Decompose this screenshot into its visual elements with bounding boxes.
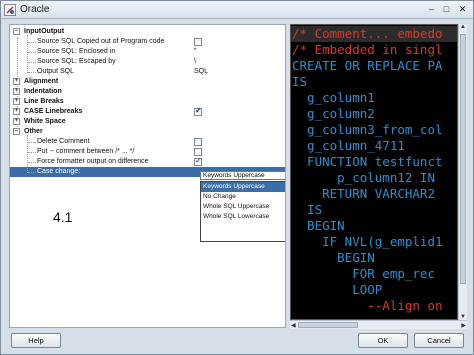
preferences-dialog: Oracle – □ ✕ – InputOutput Source SQL Copi… (0, 0, 474, 355)
tree-branch (28, 72, 36, 73)
code-line: CREATE OR REPLACE PA (292, 58, 443, 73)
code-line: IS (292, 202, 323, 217)
horizontal-scroll-thumb[interactable] (298, 322, 358, 328)
close-icon[interactable]: ✕ (455, 2, 470, 17)
case-change-select[interactable]: Keywords Uppercase▼ (200, 171, 285, 180)
tree-branch (28, 52, 36, 53)
tree-branch (28, 152, 36, 153)
option-checkbox[interactable] (194, 148, 202, 156)
tree-row-label: Source SQL: Enclosed in (37, 48, 116, 55)
tree-row[interactable]: Source SQL: Escaped by \ (10, 57, 285, 67)
tree-row-label: Source SQL Copied out of Program code (37, 38, 165, 45)
tree-row-label: Case change: (37, 168, 81, 175)
tree-row-label: InputOutput (24, 28, 65, 35)
option-value[interactable]: \ (194, 57, 196, 67)
expand-icon[interactable]: + (13, 88, 20, 95)
tree-row-label: Put -- comment between /* ... */ (37, 148, 135, 155)
tree-row[interactable]: Source SQL: Enclosed in " (10, 47, 285, 57)
maximize-icon[interactable]: □ (439, 2, 454, 17)
settings-tree: – InputOutput Source SQL Copied out of Pro… (9, 24, 286, 328)
code-line: g_column_4711 (292, 138, 405, 153)
oracle-app-icon (4, 3, 16, 16)
tree-row[interactable]: – InputOutput (10, 27, 285, 37)
code-line: IS (292, 74, 308, 89)
case-change-dropdown: Keywords Uppercase No Change Whole SQL Upp… (200, 181, 285, 242)
code-line: g_column2 (292, 106, 375, 121)
expand-icon[interactable]: + (13, 108, 20, 115)
scroll-left-icon[interactable]: ◀ (291, 322, 296, 329)
code-line: IF NVL(g_emplid1 (292, 234, 443, 249)
window-title: Oracle (20, 4, 50, 15)
tree-branch (28, 162, 36, 163)
tree-row[interactable]: + Indentation (10, 87, 285, 97)
dropdown-option[interactable]: Whole SQL Lowercase (201, 212, 285, 222)
horizontal-scrollbar[interactable]: ◀ ▶ (290, 320, 467, 329)
tree-row-label: CASE Linebreaks (24, 108, 83, 115)
tree-row-label: Other (24, 128, 43, 135)
dropdown-option[interactable]: Whole SQL Uppercase (201, 202, 285, 212)
scroll-right-icon[interactable]: ▶ (461, 322, 466, 329)
expand-icon[interactable]: + (13, 118, 20, 125)
code-line: RETURN VARCHAR2 (292, 186, 435, 201)
code-line: BEGIN (292, 218, 345, 233)
code-line: p_column12 IN (292, 170, 435, 185)
option-value[interactable]: SQL (194, 67, 208, 77)
tree-row-label: Line Breaks (24, 98, 64, 105)
tree-row[interactable]: + Line Breaks (10, 97, 285, 107)
code-preview: /* Comment... embedo/* Embedded in singl… (290, 24, 458, 320)
code-line: LOOP (292, 282, 383, 297)
tree-row-label: Output SQL (37, 68, 74, 75)
tree-branch (28, 42, 36, 43)
code-line: BEGIN (292, 250, 375, 265)
tree-branch (28, 172, 36, 173)
vertical-scrollbar[interactable]: ▲ ▼ (458, 24, 467, 320)
case-change-value: Keywords Uppercase (203, 172, 265, 179)
code-comment-line: /* Comment... embedo (292, 26, 443, 41)
option-checkbox[interactable] (194, 138, 202, 146)
code-comment-line: /* Embedded in singl (292, 42, 443, 57)
code-line: FUNCTION testfunct (292, 154, 443, 169)
tree-row[interactable]: Delete Comment (10, 137, 285, 147)
option-checkbox[interactable] (194, 38, 202, 46)
tree-row[interactable]: + Alignment (10, 77, 285, 87)
vertical-scroll-thumb[interactable] (460, 34, 466, 284)
tree-row-label: Indentation (24, 88, 62, 95)
ok-button[interactable]: OK (358, 333, 408, 348)
code-comment-line: --Align on (292, 298, 443, 313)
tree-row[interactable]: – Other (10, 127, 285, 137)
help-button[interactable]: Help (11, 333, 61, 348)
code-line: FOR emp_rec (292, 266, 435, 281)
expand-icon[interactable]: + (13, 78, 20, 85)
dropdown-option[interactable]: No Change (201, 192, 285, 202)
code-line: g_column3_from_col (292, 122, 443, 137)
tree-branch (28, 142, 36, 143)
tree-row-label: Source SQL: Escaped by (37, 58, 116, 65)
scroll-up-icon[interactable]: ▲ (460, 24, 466, 30)
collapse-icon[interactable]: – (13, 28, 20, 35)
tree-row[interactable]: Output SQL SQL (10, 67, 285, 77)
dropdown-option[interactable]: Keywords Uppercase (201, 182, 285, 192)
code-line: g_column1 (292, 90, 375, 105)
cancel-button[interactable]: Cancel (414, 333, 464, 348)
collapse-icon[interactable]: – (13, 128, 20, 135)
minimize-icon[interactable]: – (424, 2, 439, 17)
tree-row[interactable]: Source SQL Copied out of Program code (10, 37, 285, 47)
expand-icon[interactable]: + (13, 98, 20, 105)
tree-row-label: Force formatter output on difference (37, 158, 149, 165)
option-value[interactable]: " (194, 47, 197, 57)
tree-row[interactable]: Put -- comment between /* ... */ (10, 147, 285, 157)
tree-row-label: Alignment (24, 78, 59, 85)
tree-row[interactable]: + CASE Linebreaks (10, 106, 285, 117)
tree-row-label: Delete Comment (37, 138, 90, 145)
version-label: 4.1 (53, 209, 73, 225)
tree-row-label: White Space (24, 118, 66, 125)
tree-row[interactable]: + White Space (10, 117, 285, 127)
title-bar: Oracle – □ ✕ (1, 1, 473, 19)
tree-row[interactable]: Force formatter output on difference (10, 156, 285, 167)
option-checkbox[interactable] (194, 156, 202, 166)
tree-branch (28, 62, 36, 63)
option-checkbox[interactable] (194, 106, 202, 116)
